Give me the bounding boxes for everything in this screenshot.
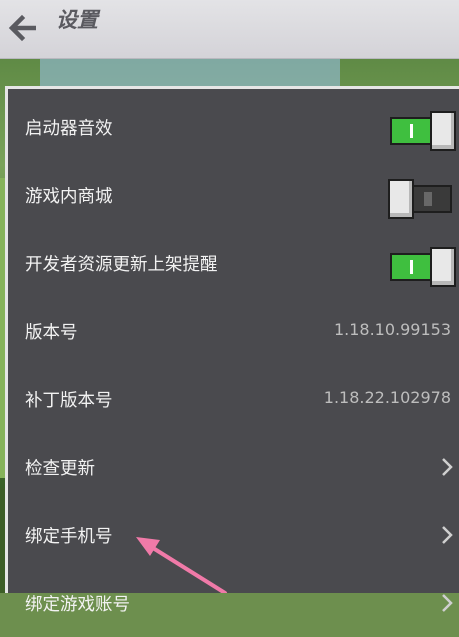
setting-label: 绑定手机号 bbox=[25, 527, 113, 547]
toggle-knob bbox=[430, 247, 456, 287]
setting-label: 启动器音效 bbox=[25, 119, 113, 139]
launcher-sound-toggle[interactable] bbox=[388, 111, 456, 151]
setting-row-in-game-store: 游戏内商城 bbox=[8, 161, 459, 229]
setting-row-launcher-sound: 启动器音效 bbox=[8, 93, 459, 161]
setting-row-check-update[interactable]: 检查更新 bbox=[8, 433, 459, 501]
setting-row-developer-update-reminder: 开发者资源更新上架提醒 bbox=[8, 229, 459, 297]
top-bar: 设置 bbox=[0, 0, 459, 59]
background-sky bbox=[40, 58, 340, 88]
toggle-on-mark bbox=[410, 260, 413, 274]
setting-row-bind-phone[interactable]: 绑定手机号 bbox=[8, 501, 459, 569]
setting-label: 检查更新 bbox=[25, 459, 95, 479]
toggle-off-mark bbox=[424, 192, 432, 206]
in-game-store-toggle[interactable] bbox=[388, 179, 456, 219]
patch-version-value: 1.18.22.102978 bbox=[323, 388, 451, 407]
setting-row-bind-game-account[interactable]: 绑定游戏账号 bbox=[8, 569, 459, 637]
chevron-right-icon bbox=[442, 458, 453, 476]
toggle-on-mark bbox=[410, 124, 413, 138]
page-title: 设置 bbox=[56, 8, 98, 32]
setting-label: 开发者资源更新上架提醒 bbox=[25, 255, 218, 275]
chevron-right-icon bbox=[442, 594, 453, 612]
setting-row-version: 版本号 1.18.10.99153 bbox=[8, 297, 459, 365]
toggle-knob bbox=[430, 111, 456, 151]
setting-row-patch-version: 补丁版本号 1.18.22.102978 bbox=[8, 365, 459, 433]
setting-label: 版本号 bbox=[25, 323, 78, 343]
developer-update-reminder-toggle[interactable] bbox=[388, 247, 456, 287]
setting-label: 补丁版本号 bbox=[25, 391, 113, 411]
back-arrow-icon[interactable] bbox=[6, 12, 40, 44]
version-value: 1.18.10.99153 bbox=[333, 320, 451, 339]
chevron-right-icon bbox=[442, 526, 453, 544]
toggle-knob bbox=[388, 179, 414, 219]
settings-panel: 启动器音效 游戏内商城 开发者资源更新上架提醒 版本号 1.18.10.9915… bbox=[5, 86, 459, 615]
setting-label: 游戏内商城 bbox=[25, 187, 113, 207]
setting-label: 绑定游戏账号 bbox=[25, 595, 130, 615]
